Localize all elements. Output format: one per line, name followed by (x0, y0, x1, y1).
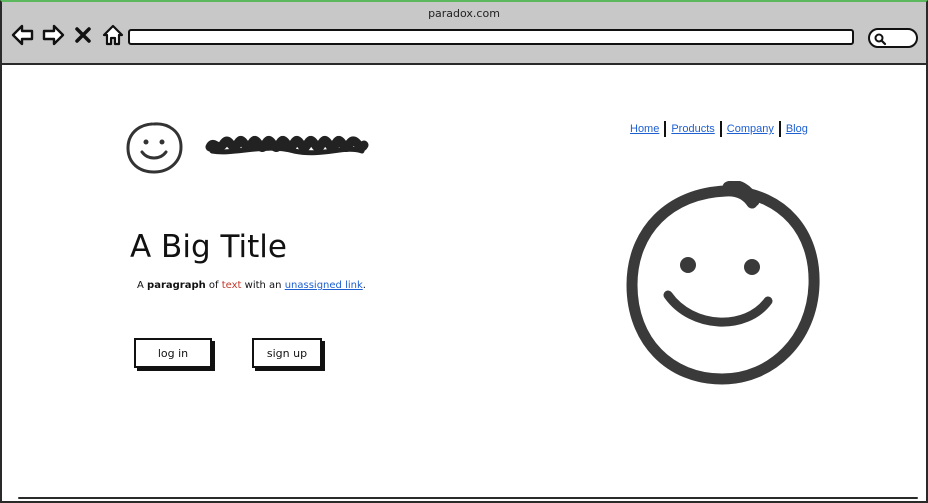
unassigned-link[interactable]: unassigned link (285, 280, 363, 291)
forward-arrow-icon[interactable] (40, 22, 66, 48)
paragraph-text: . (362, 280, 366, 291)
large-smiley-face-icon (622, 180, 822, 395)
paragraph-colored-text: text (221, 280, 242, 291)
close-x-icon[interactable] (70, 22, 96, 48)
back-arrow-icon[interactable] (10, 22, 36, 48)
page-content: Home Products Company Blog A Big Title A… (2, 65, 926, 495)
login-button[interactable]: log in (134, 338, 212, 368)
page-title: A Big Title (130, 229, 287, 265)
paragraph-text: of (205, 280, 222, 291)
window-title: paradox.com (428, 7, 500, 20)
nav-separator (719, 121, 722, 137)
top-navigation: Home Products Company Blog (626, 121, 812, 137)
nav-controls (10, 21, 126, 49)
paragraph-text: with an (241, 280, 285, 291)
home-icon[interactable] (100, 22, 126, 48)
scribbled-logo-text (204, 129, 370, 167)
smiley-face-icon (124, 120, 186, 180)
paragraph-text: A (137, 280, 148, 291)
search-box[interactable] (868, 28, 918, 48)
browser-toolbar: paradox.com (2, 2, 926, 65)
nav-link-blog[interactable]: Blog (782, 123, 812, 135)
nav-link-company[interactable]: Company (723, 123, 778, 135)
page-bottom-edge (18, 497, 918, 499)
browser-window: paradox.com Home Products Company Blog A… (0, 0, 928, 503)
paragraph-bold-text: paragraph (147, 280, 206, 291)
address-bar[interactable] (128, 29, 854, 45)
signup-button[interactable]: sign up (252, 338, 322, 368)
search-icon (873, 31, 887, 50)
nav-link-products[interactable]: Products (667, 123, 718, 135)
nav-link-home[interactable]: Home (626, 123, 663, 135)
intro-paragraph: A paragraph of text with an unassigned l… (137, 280, 366, 291)
nav-separator (778, 121, 781, 137)
nav-separator (664, 121, 667, 137)
